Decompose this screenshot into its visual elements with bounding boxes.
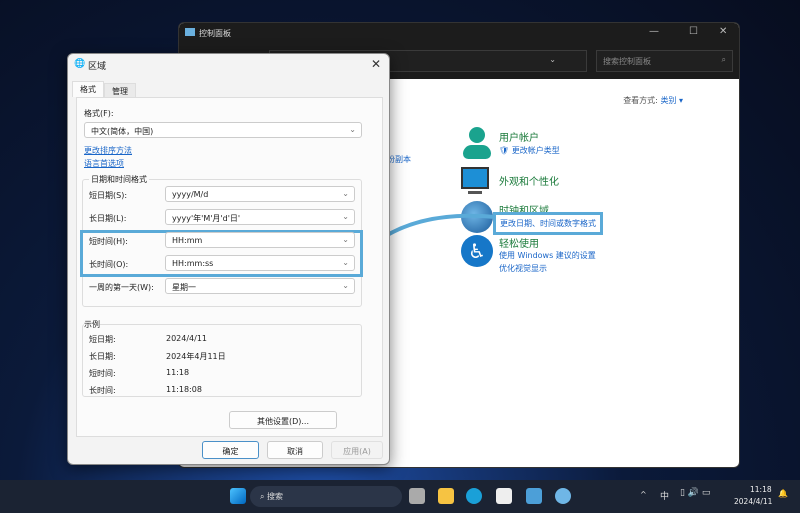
ime-indicator[interactable]: 中	[660, 489, 669, 502]
category-link[interactable]: 使用 Windows 建议的设置	[499, 250, 596, 261]
example-label: 短日期:	[89, 335, 116, 344]
window-title: 控制面板	[199, 29, 231, 38]
category-title[interactable]: 外观和个性化	[499, 173, 559, 188]
search-icon: ⌕	[721, 55, 726, 64]
dialog-title: 区域	[88, 62, 107, 72]
example-label: 长时间:	[89, 386, 116, 395]
chevron-down-icon: ⌄	[342, 212, 349, 221]
control-panel-icon	[185, 28, 195, 36]
ok-button[interactable]: 确定	[202, 441, 259, 459]
user-icon	[461, 127, 493, 159]
search-input[interactable]: 搜索控制面板 ⌕	[596, 50, 733, 72]
edge-icon[interactable]	[466, 488, 482, 504]
minimize-button[interactable]: —	[649, 26, 659, 37]
format-row-select[interactable]: yyyy'年'M'月'd'日' ⌄	[165, 209, 355, 225]
language-preferences-link[interactable]: 语言首选项	[84, 158, 124, 169]
close-button[interactable]: ✕	[719, 26, 727, 37]
notification-bell-icon[interactable]: 🔔	[778, 489, 788, 498]
category-title[interactable]: 轻松使用	[499, 235, 539, 250]
format-row-select[interactable]: HH:mm:ss ⌄	[165, 255, 355, 271]
category-title[interactable]: 用户帐户	[499, 129, 539, 144]
store-icon[interactable]	[496, 488, 512, 504]
format-row-select[interactable]: HH:mm ⌄	[165, 232, 355, 248]
apply-button[interactable]: 应用(A)	[331, 441, 383, 459]
format-row-select[interactable]: 星期一 ⌄	[165, 278, 355, 294]
taskbar-search[interactable]: ⌕ 搜索	[250, 486, 402, 507]
example-title: 示例	[84, 319, 100, 330]
format-row-label: 长时间(O):	[89, 260, 129, 269]
example-value: 11:18	[166, 368, 190, 377]
network-volume-battery-icons[interactable]: ▯ 🔊 ▭	[680, 488, 710, 498]
partial-link[interactable]: 份副本	[387, 154, 411, 165]
chevron-down-icon: ⌄	[349, 125, 356, 134]
example-label: 短时间:	[89, 369, 116, 378]
search-placeholder: 搜索控制面板	[603, 57, 651, 66]
format-panel: 格式(F): 中文(简体，中国) ⌄ 更改排序方法 语言首选项 日期和时间格式 短…	[76, 97, 383, 437]
maximize-button[interactable]: ☐	[689, 26, 698, 37]
region-dialog: 🌐 区域 ✕ 格式 管理 格式(F): 中文(简体，中国) ⌄ 更改排序方法 语言…	[67, 53, 390, 465]
taskbar: ⌕ 搜索 ^ 中 ▯ 🔊 ▭ 11:18 2024/4/11 🔔	[0, 480, 800, 513]
example-value: 2024/4/11	[166, 334, 208, 343]
format-select[interactable]: 中文(简体，中国) ⌄	[84, 122, 362, 138]
format-row-label: 短时间(H):	[89, 237, 128, 246]
view-by-label: 查看方式:	[623, 96, 658, 105]
file-explorer-icon[interactable]	[438, 488, 454, 504]
chevron-up-icon[interactable]: ^	[640, 490, 647, 499]
view-by[interactable]: 查看方式: 类别 ▾	[623, 95, 683, 106]
group-title: 日期和时间格式	[89, 174, 149, 185]
task-view-icon[interactable]	[409, 488, 425, 504]
globe-icon: 🌐	[74, 59, 86, 69]
format-label: 格式(F):	[84, 109, 114, 118]
other-settings-button[interactable]: 其他设置(D)...	[229, 411, 337, 429]
control-panel-taskbar-icon[interactable]	[526, 488, 542, 504]
monitor-icon	[461, 167, 493, 199]
clock-date[interactable]: 2024/4/11	[734, 497, 772, 506]
chevron-down-icon: ⌄	[342, 281, 349, 290]
change-sort-link[interactable]: 更改排序方法	[84, 145, 132, 156]
format-row-select[interactable]: yyyy/M/d ⌄	[165, 186, 355, 202]
start-icon[interactable]	[230, 488, 246, 504]
view-by-dropdown[interactable]: 类别 ▾	[660, 96, 683, 105]
format-row-label: 一周的第一天(W):	[89, 283, 154, 292]
change-date-time-link[interactable]: 更改日期、时间或数字格式	[493, 212, 603, 235]
chevron-down-icon[interactable]: ⌄	[549, 55, 556, 64]
example-value: 2024年4月11日	[166, 352, 226, 361]
example-value: 11:18:08	[166, 385, 202, 394]
chevron-down-icon: ⌄	[342, 235, 349, 244]
example-label: 长日期:	[89, 352, 116, 361]
format-row-label: 短日期(S):	[89, 191, 128, 200]
chevron-down-icon: ⌄	[342, 258, 349, 267]
cancel-button[interactable]: 取消	[267, 441, 323, 459]
category-link[interactable]: 优化视觉显示	[499, 263, 547, 274]
category-link[interactable]: 🛡 更改帐户类型	[499, 145, 560, 156]
region-taskbar-icon[interactable]	[555, 488, 571, 504]
clock-time[interactable]: 11:18	[750, 485, 772, 494]
tab-format[interactable]: 格式	[72, 81, 104, 97]
chevron-down-icon: ⌄	[342, 189, 349, 198]
format-row-label: 长日期(L):	[89, 214, 127, 223]
close-button[interactable]: ✕	[371, 57, 381, 71]
